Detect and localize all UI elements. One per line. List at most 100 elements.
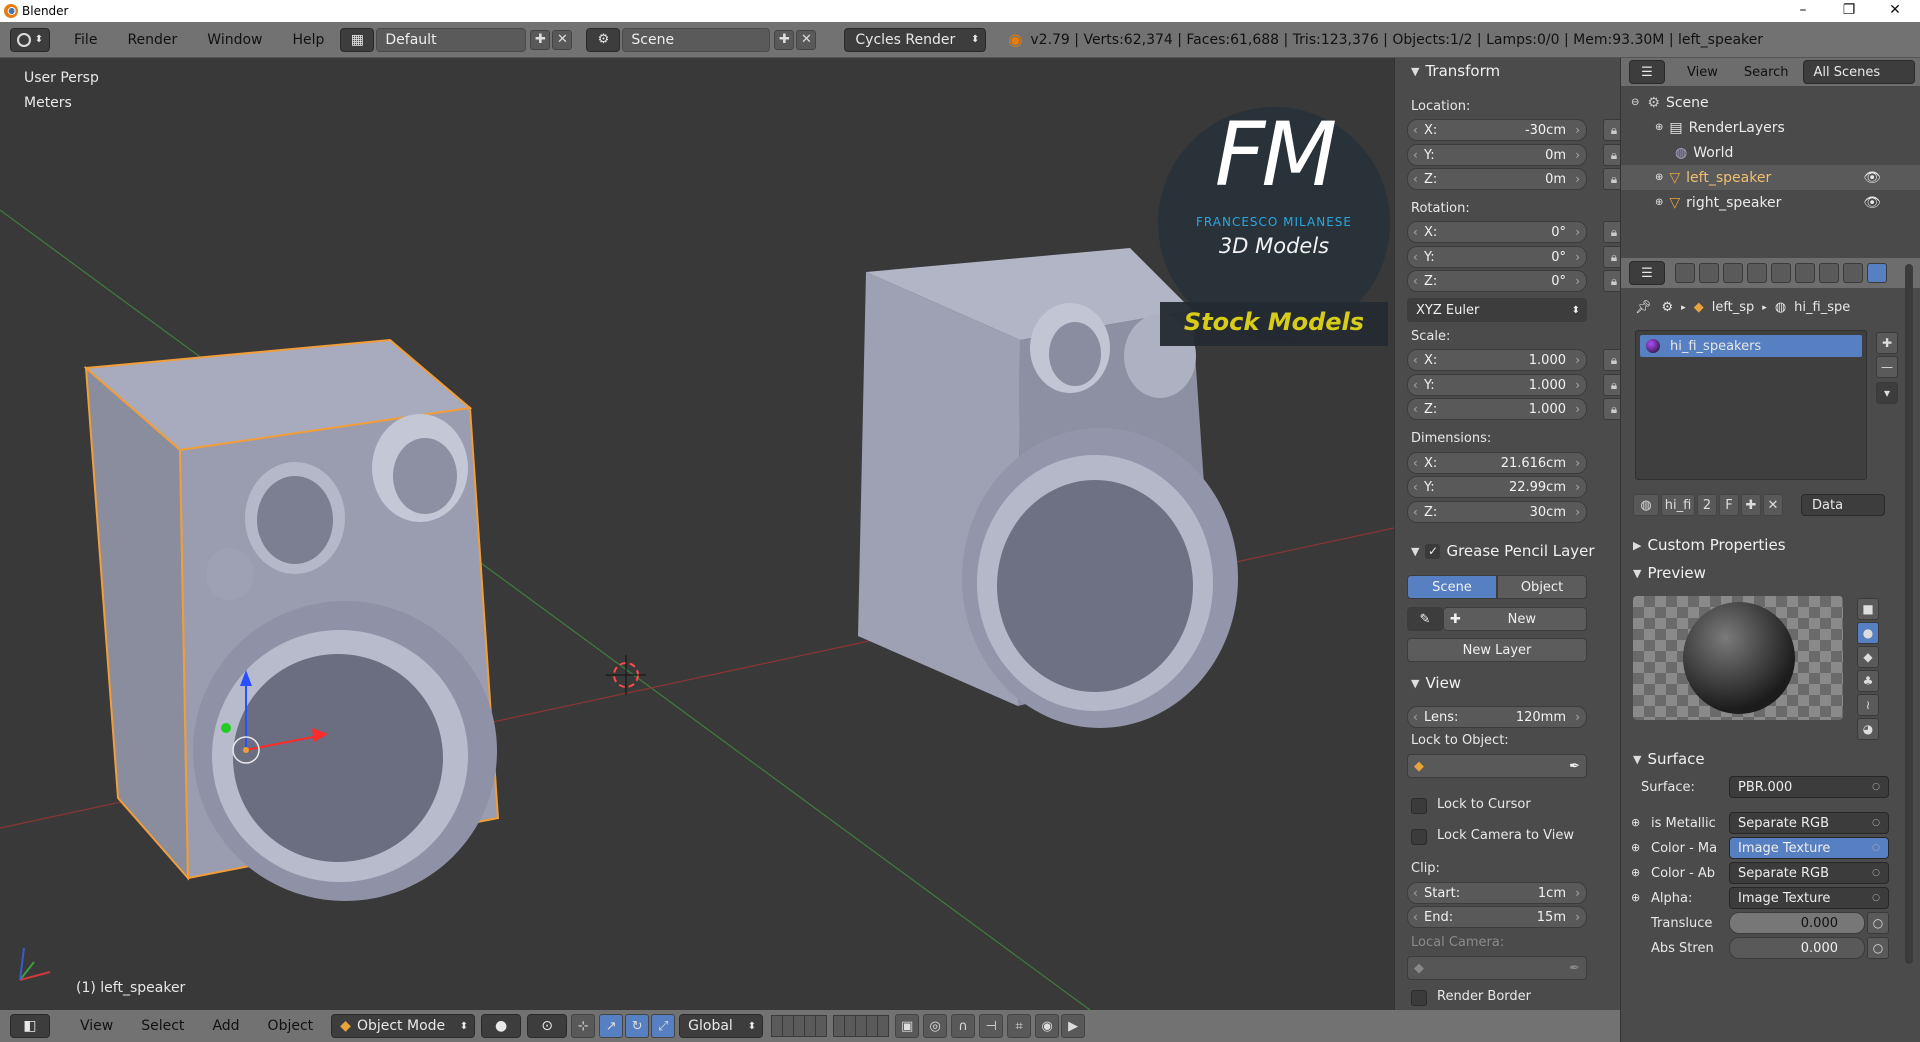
clip-end-field[interactable]: End: 15m (1407, 906, 1587, 928)
data-tab-icon[interactable] (1843, 263, 1863, 283)
socket-link-icon[interactable]: ○ (1867, 937, 1889, 959)
proportional-edit-icon[interactable]: ◎ (923, 1014, 948, 1038)
lock-icon[interactable]: 🔒︎ (1603, 144, 1620, 166)
rotation-x-field[interactable]: X: 0° (1407, 221, 1587, 243)
custom-properties-header[interactable]: ▶ Custom Properties (1621, 532, 1786, 558)
scale-z-field[interactable]: Z: 1.000 (1407, 398, 1587, 420)
material-name-field[interactable]: hi_fi (1661, 494, 1695, 516)
translucency-slider[interactable]: 0.000 (1729, 912, 1865, 934)
maximize-button[interactable]: ❐ (1826, 0, 1872, 22)
rotation-y-field[interactable]: Y: 0° (1407, 246, 1587, 268)
preview-cube-icon[interactable]: ◆ (1857, 646, 1879, 668)
input-color-ma-dropdown[interactable]: Image Texture (1729, 837, 1889, 859)
preview-monkey-icon[interactable]: ♣ (1857, 670, 1879, 692)
scene-layers-grid-2[interactable] (833, 1015, 890, 1037)
menu-help[interactable]: Help (280, 32, 336, 48)
delete-scene-icon[interactable]: ✕ (796, 29, 817, 50)
scale-y-field[interactable]: Y: 1.000 (1407, 374, 1587, 396)
lock-icon[interactable]: 🔒︎ (1603, 119, 1620, 141)
new-layer-button[interactable]: New Layer (1407, 638, 1587, 662)
local-camera-field[interactable]: ◆ ✒ (1407, 956, 1587, 980)
input-alpha-dropdown[interactable]: Image Texture (1729, 887, 1889, 909)
preview-world-icon[interactable]: ◕ (1857, 718, 1879, 740)
snap-target-icon[interactable]: ⌗ (1007, 1014, 1032, 1038)
delete-screen-icon[interactable]: ✕ (552, 29, 573, 50)
input-color-ab-dropdown[interactable]: Separate RGB (1729, 862, 1889, 884)
link-dropdown[interactable]: Data (1801, 494, 1885, 516)
tab-scene[interactable]: Scene (1407, 575, 1497, 599)
properties-editor-type[interactable]: ☰ (1629, 261, 1665, 285)
outliner-row-scene[interactable]: ⊖ ⚙ Scene (1621, 90, 1920, 115)
menu-object[interactable]: Object (256, 1018, 326, 1034)
material-tab-icon[interactable] (1867, 263, 1887, 283)
socket-icon[interactable]: ⊕ (1631, 866, 1640, 879)
transform-orientation-dropdown[interactable]: Global ⬍ (679, 1014, 764, 1038)
render-tab-icon[interactable] (1675, 263, 1695, 283)
scene-layers-grid[interactable] (771, 1015, 828, 1037)
lock-icon[interactable]: 🔒︎ (1603, 246, 1620, 268)
lock-camera-checkbox[interactable] (1411, 829, 1427, 845)
editor-type-button[interactable]: ⬍ (10, 27, 50, 52)
lock-icon[interactable]: 🔒︎ (1603, 398, 1620, 420)
grease-pencil-checkbox[interactable]: ✓ (1425, 543, 1441, 559)
add-slot-icon[interactable]: ✚ (1876, 332, 1898, 354)
menu-file[interactable]: File (62, 32, 109, 48)
location-y-field[interactable]: Y: 0m (1407, 144, 1587, 166)
browse-material-icon[interactable]: ◍ (1633, 494, 1659, 516)
pencil-icon[interactable]: ✎ (1407, 607, 1443, 631)
screen-layout-field[interactable]: Default (376, 27, 527, 52)
lock-icon[interactable]: 🔒︎ (1603, 221, 1620, 243)
socket-link-icon[interactable]: ○ (1867, 912, 1889, 934)
material-slot-item[interactable]: hi_fi_speakers (1640, 335, 1862, 357)
remove-slot-icon[interactable]: — (1876, 356, 1898, 378)
eyedropper-icon[interactable]: ✒ (1569, 759, 1580, 774)
lock-to-cursor-checkbox[interactable] (1411, 798, 1427, 814)
scene-field[interactable]: Scene (622, 27, 771, 52)
lens-field[interactable]: Lens: 120mm (1407, 706, 1587, 728)
3d-cursor[interactable] (606, 655, 646, 695)
lock-object-field[interactable]: ◆ ✒ (1407, 754, 1587, 778)
menu-render[interactable]: Render (115, 32, 189, 48)
close-button[interactable]: ✕ (1872, 0, 1918, 22)
render-engine-dropdown[interactable]: Cycles Render ⬍ (844, 27, 987, 52)
menu-view[interactable]: View (68, 1018, 125, 1034)
scale-x-field[interactable]: X: 1.000 (1407, 349, 1587, 371)
lock-icon[interactable]: 🔒︎ (1603, 168, 1620, 190)
lock-icon[interactable]: 🔒︎ (1603, 270, 1620, 292)
surface-shader-dropdown[interactable]: PBR.000 (1729, 776, 1889, 798)
pin-icon[interactable]: 📌︎ (1635, 300, 1652, 315)
expand-icon[interactable]: ⊕ (1655, 172, 1663, 183)
outliner-row-left-speaker[interactable]: ⊕ ▽ left_speaker 👁︎ (1621, 165, 1920, 190)
transform-panel-header[interactable]: ▼ Transform (1395, 58, 1500, 84)
eye-icon[interactable]: 👁︎ (1863, 195, 1881, 211)
screen-layout-icon[interactable]: ▦ (340, 27, 375, 52)
editor-type-button[interactable]: ◧ (10, 1014, 50, 1038)
view-panel-header[interactable]: ▼ View (1395, 670, 1461, 696)
pivot-point-icon[interactable]: ⊙ (527, 1014, 568, 1038)
interaction-mode-dropdown[interactable]: ◆ Object Mode ⬍ (331, 1014, 476, 1038)
left-speaker-model[interactable] (83, 338, 500, 901)
outliner-editor-type[interactable]: ☰ (1629, 60, 1665, 84)
viewport-shading-icon[interactable]: ● (481, 1014, 522, 1038)
preview-sphere-icon[interactable]: ● (1857, 622, 1879, 644)
dimensions-x-field[interactable]: X: 21.616cm (1407, 452, 1587, 474)
object-tab-icon[interactable] (1771, 263, 1791, 283)
add-scene-icon[interactable]: ✚ (774, 29, 795, 50)
rotation-mode-dropdown[interactable]: XYZ Euler ⬍ (1407, 298, 1587, 322)
lock-layers-icon[interactable]: ▣ (895, 1014, 920, 1038)
clip-start-field[interactable]: Start: 1cm (1407, 882, 1587, 904)
menu-select[interactable]: Select (129, 1018, 196, 1034)
outliner-row-world[interactable]: ◍ World (1621, 140, 1920, 165)
slot-menu-icon[interactable]: ▾ (1876, 382, 1898, 404)
surface-header[interactable]: ▼ Surface (1621, 746, 1705, 772)
preview-flat-icon[interactable]: ■ (1857, 598, 1879, 620)
opengl-animation-icon[interactable]: ▶ (1061, 1014, 1086, 1038)
properties-scrollbar[interactable] (1905, 264, 1913, 964)
world-tab-icon[interactable] (1747, 263, 1767, 283)
outliner-row-right-speaker[interactable]: ⊕ ▽ right_speaker 👁︎ (1621, 190, 1920, 215)
new-material-icon[interactable]: ✚ (1741, 494, 1761, 516)
minimize-button[interactable]: – (1780, 0, 1826, 22)
socket-icon[interactable]: ⊕ (1631, 891, 1640, 904)
rotation-z-field[interactable]: Z: 0° (1407, 270, 1587, 292)
expand-icon[interactable]: ⊕ (1655, 122, 1663, 133)
